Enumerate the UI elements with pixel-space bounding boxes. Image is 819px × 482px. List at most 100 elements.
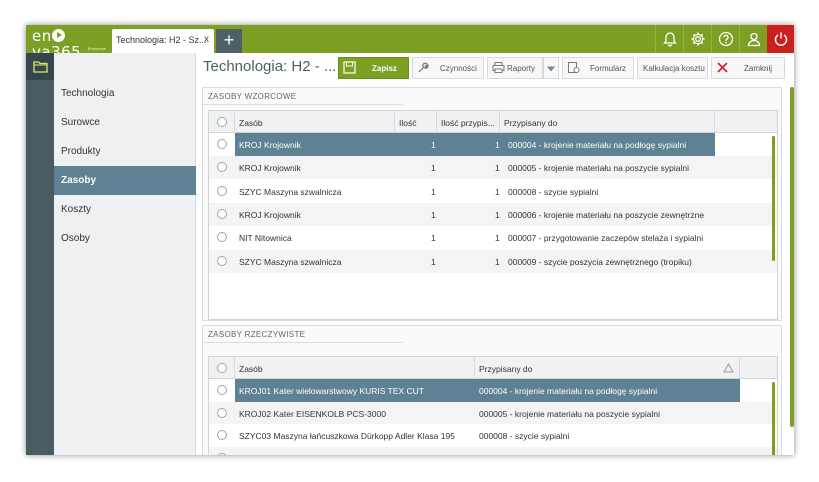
page-scrollbar[interactable] [790,87,794,427]
row-select-radio[interactable] [217,162,227,173]
document-tab[interactable]: Technologia: H2 - Sz... x [112,29,214,53]
table-row[interactable]: SZYC03 Maszyna łańcuszkowa Dürkopp Adler… [209,424,777,447]
save-icon [343,61,356,74]
column-header-resource[interactable]: Zasób [235,111,395,133]
cell-assigned-to: 000008 - szycie sypialni [479,431,570,441]
tab-title: Technologia: H2 - Sz... [116,35,207,45]
table-row[interactable]: SZYC Maszyna szwalnicza 1 1 000009 - szycie… [209,249,777,273]
table-row[interactable]: KROJ Krojownik 1 1 000004 - krojenie materi… [209,133,777,156]
select-all-column[interactable] [209,111,235,133]
table-row[interactable]: KROJ Krojownik 1 1 000006 - krojenie materi… [209,202,777,226]
form-button[interactable]: Formularz [562,57,634,79]
row-select-radio[interactable] [217,385,227,395]
cell-resource: KROJ01 Kater wielowarstwowy KURIS TEX CU… [239,386,425,396]
column-header-assigned-to[interactable]: Przypisany do [475,357,740,379]
reports-dropdown-button[interactable] [543,57,559,79]
folder-rail-button[interactable] [26,53,54,80]
cell-assigned-to: 000004 - krojenie materiału na podłogę s… [479,386,658,396]
cell-assigned-to: 000009 - szycie poszycia zewnętrznego (t… [508,256,692,267]
cell-qty: 1 [431,256,436,267]
cell-assigned-to: 000007 - przygotowanie zaczepów stelaża … [508,233,704,244]
table-row[interactable]: KROJ04 Kater kompaktowy KURIS SK25 000006… [209,446,777,456]
new-tab-button[interactable]: + [216,29,242,53]
sidebar-item-surowce[interactable]: Surowce [54,108,196,137]
folder-icon [33,61,48,73]
logo-subtext: Enterprise [87,46,106,51]
row-select-radio[interactable] [217,407,227,418]
cost-calculation-button[interactable]: Kalkulacja kosztu [637,57,708,79]
row-select-radio[interactable] [217,255,227,266]
cell-assigned-to: 000006 - krojenie materiału na poszycie … [508,209,705,220]
row-select-radio[interactable] [217,139,227,149]
sidebar-item-zasoby[interactable]: Zasoby [54,166,196,195]
select-all-column[interactable] [209,357,235,379]
reports-button[interactable]: Raporty [487,57,543,79]
help-button[interactable] [711,25,739,53]
grid-scrollbar[interactable] [772,136,775,261]
tab-close-button[interactable]: x [204,34,209,45]
sidebar-item-produkty[interactable]: Produkty [54,137,196,166]
column-header-assigned-to[interactable]: Przypisany do [500,111,715,133]
cell-assigned-to: 000005 - krojenie materiału na poszycie … [479,408,660,419]
cell-qty-assigned: 1 [495,186,500,197]
select-all-radio[interactable] [217,363,227,373]
actions-label: Czynności [440,64,477,73]
template-resources-group: ZASOBY WZORCOWE Zasób Ilość Ilość przypi… [202,87,782,321]
row-select-radio[interactable] [217,452,227,455]
cell-resource: KROJ02 Kater EISENKOLB PCS-3000 [239,408,386,419]
row-select-radio[interactable] [217,232,227,243]
settings-button[interactable] [683,25,711,53]
gear-icon [691,32,705,46]
page-title: Technologia: H2 - ... [203,58,337,75]
grid-header: Zasób Ilość Ilość przypis... Przypisany … [209,111,777,133]
cell-qty: 1 [431,233,436,244]
cell-resource: SZYC Maszyna szwalnicza [239,256,342,267]
main-content: Technologia: H2 - ... Zapisz Czynności R… [197,53,794,455]
close-label: Zamknij [744,64,773,73]
table-row[interactable]: NIT Nitownica 1 1 000007 - przygotowanie za… [209,226,777,250]
actions-button[interactable]: Czynności [412,57,484,79]
row-select-radio[interactable] [217,430,227,440]
column-header-qty-assigned[interactable]: Ilość przypis... [437,111,500,133]
row-select-radio[interactable] [217,208,227,219]
cell-qty-assigned: 1 [495,163,500,174]
notifications-button[interactable] [655,25,683,53]
user-icon [747,32,761,47]
logout-button[interactable] [767,25,794,53]
table-row[interactable]: KROJ02 Kater EISENKOLB PCS-3000 000005 - … [209,401,777,425]
cell-assigned-to: 000006 - krojenie materiału na poszycie … [479,454,675,456]
printer-icon [492,62,505,73]
cell-assigned-to: 000004 - krojenie materiału na podłogę s… [508,140,687,150]
sidebar-item-koszty[interactable]: Koszty [54,195,196,224]
app-window: enva365 Enterprise Technologia: H2 - Sz.… [26,25,794,455]
actual-resources-grid: Zasób Przypisany do KROJ01 Kater wielowa… [208,356,778,455]
bell-icon [663,32,677,47]
table-row[interactable]: SZYC Maszyna szwalnicza 1 1 000008 - szycie… [209,179,777,203]
enova-logo: enva365 Enterprise [32,27,106,61]
template-resources-grid: Zasób Ilość Ilość przypis... Przypisany … [208,110,778,320]
close-icon [717,62,728,73]
cell-resource: KROJ04 Kater kompaktowy KURIS SK25 [239,454,395,456]
save-button[interactable]: Zapisz [338,57,409,79]
sidebar-item-osoby[interactable]: Osoby [54,224,196,253]
grid-scrollbar[interactable] [772,382,775,455]
column-header-resource[interactable]: Zasób [235,357,475,379]
column-header-qty[interactable]: Ilość [395,111,437,133]
row-select-radio[interactable] [217,185,227,196]
table-row[interactable]: KROJ Krojownik 1 1 000005 - krojenie materi… [209,156,777,180]
close-button[interactable]: Zamknij [711,57,785,79]
grid-header: Zasób Przypisany do [209,357,777,379]
filter-triangle-icon[interactable] [723,363,734,373]
top-bar: enva365 Enterprise Technologia: H2 - Sz.… [26,25,794,61]
section-divider [203,104,403,105]
user-button[interactable] [739,25,767,53]
form-label: Formularz [590,64,627,73]
select-all-radio[interactable] [217,117,227,127]
table-row[interactable]: KROJ01 Kater wielowarstwowy KURIS TEX CU… [209,379,777,402]
cell-resource: KROJ Krojownik [239,209,301,220]
cell-qty: 1 [431,209,436,220]
power-icon [774,32,788,46]
cell-qty-assigned: 1 [495,140,500,150]
sidebar-item-technologia[interactable]: Technologia [54,79,196,108]
chevron-down-icon [547,66,555,72]
